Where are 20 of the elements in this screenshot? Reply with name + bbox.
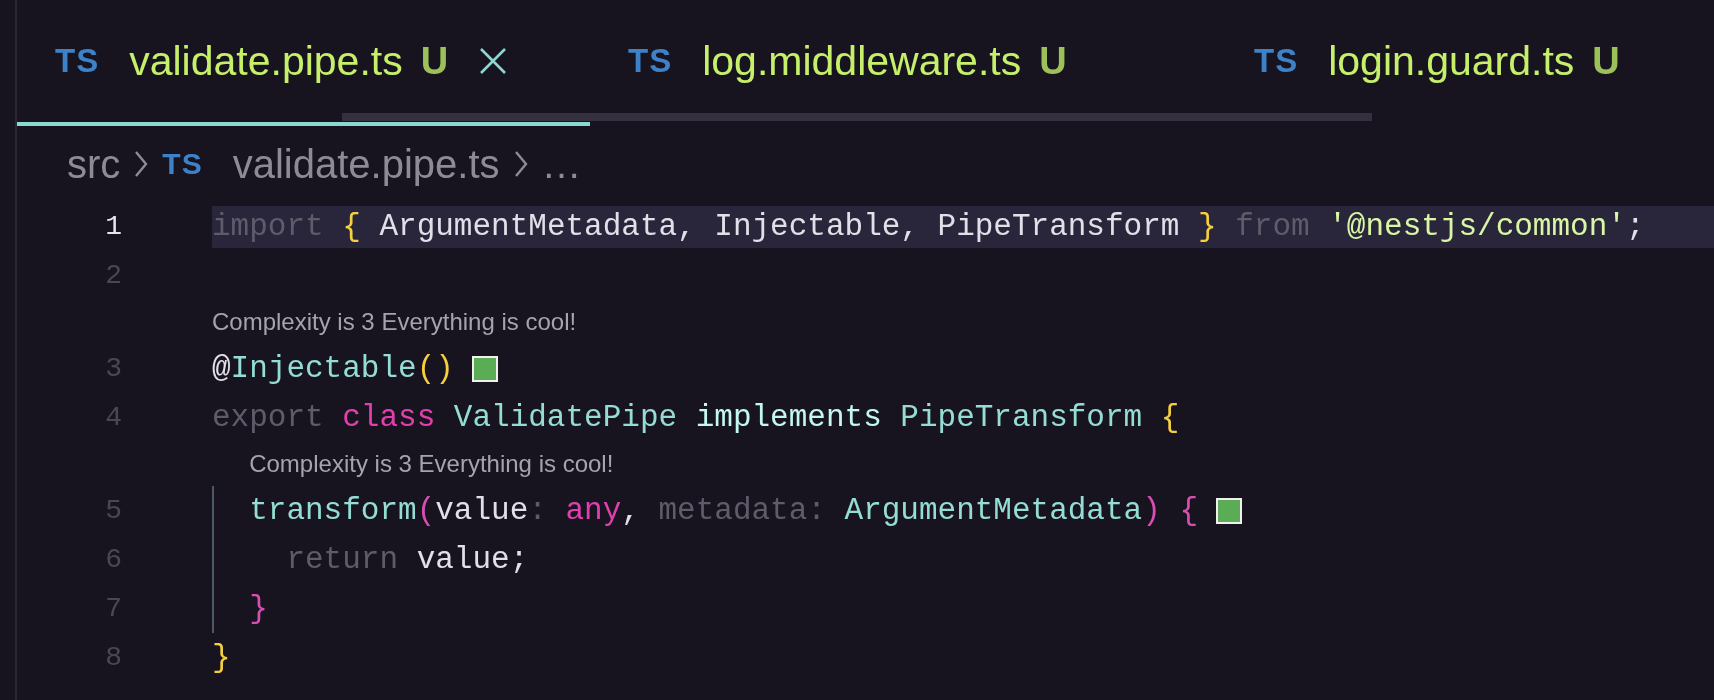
code-line: export class ValidatePipe implements PipeTransform { [212, 400, 1180, 435]
scrollbar[interactable] [342, 113, 1372, 121]
breadcrumb-item[interactable]: src [67, 141, 121, 187]
color-swatch-icon[interactable] [471, 355, 498, 382]
code-line: } [212, 640, 231, 675]
line-number: 1 [104, 211, 122, 242]
chevron-icon [134, 150, 149, 178]
code-line: return value; [286, 542, 529, 577]
code-lens[interactable]: Complexity is 3 Everything is cool! [249, 450, 614, 478]
close-icon[interactable] [478, 46, 509, 76]
breadcrumb-item[interactable]: … [541, 141, 582, 187]
code-line: transform(value: any, metadata: ArgumentMetadata) { [249, 493, 1198, 528]
editor-tab[interactable]: TS log.middleware.ts U [590, 0, 1216, 126]
editor-tab[interactable]: TS login.guard.ts U [1216, 0, 1620, 126]
code-line: @Injectable() [212, 351, 454, 386]
code-lens[interactable]: Complexity is 3 Everything is cool! [212, 308, 577, 336]
color-swatch-icon[interactable] [1216, 497, 1242, 524]
chevron-icon [513, 150, 528, 178]
code-line: } [249, 591, 268, 626]
breadcrumb-item[interactable]: TS validate.pipe.ts [162, 141, 500, 187]
